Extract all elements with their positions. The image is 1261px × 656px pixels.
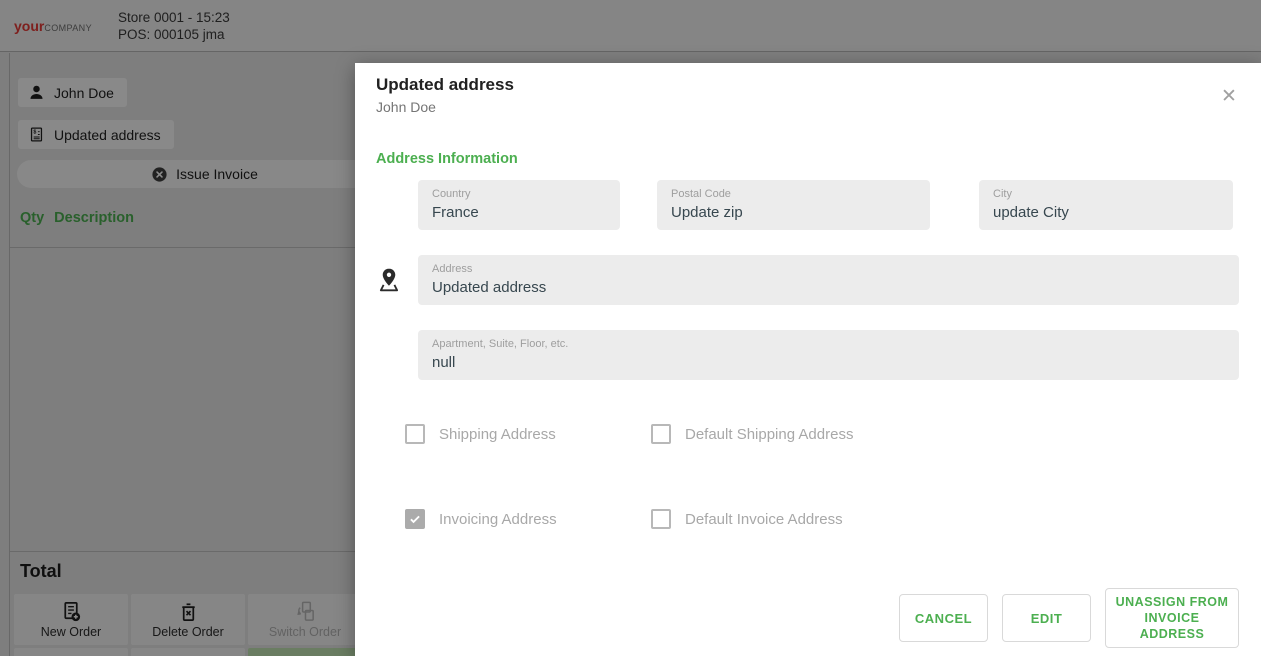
postal-code-field[interactable]: Postal Code Update zip — [657, 180, 930, 230]
default-shipping-address-label: Default Shipping Address — [685, 425, 854, 443]
default-shipping-address-checkbox[interactable] — [651, 424, 671, 444]
apartment-value: null — [432, 354, 456, 371]
pin-drop-icon — [376, 267, 418, 293]
close-icon[interactable]: ✕ — [1217, 85, 1241, 109]
unassign-from-invoice-address-button[interactable]: UNASSIGN FROM INVOICE ADDRESS — [1105, 588, 1239, 648]
modal-actions: CANCEL EDIT UNASSIGN FROM INVOICE ADDRES… — [376, 588, 1239, 648]
country-label: Country — [432, 188, 471, 200]
section-title: Address Information — [376, 151, 518, 167]
shipping-address-checkbox-item: Shipping Address — [405, 424, 651, 444]
default-invoice-checkbox-item: Default Invoice Address — [651, 509, 843, 529]
address-field[interactable]: Address Updated address — [418, 255, 1239, 305]
postal-code-label: Postal Code — [671, 188, 731, 200]
shipping-address-label: Shipping Address — [439, 425, 556, 443]
modal-subtitle: John Doe — [376, 99, 436, 115]
default-shipping-checkbox-item: Default Shipping Address — [651, 424, 853, 444]
apartment-row: Apartment, Suite, Floor, etc. null — [418, 330, 1239, 380]
address-modal: Updated address John Doe ✕ Address Infor… — [355, 63, 1261, 656]
country-field[interactable]: Country France — [418, 180, 620, 230]
default-invoice-address-checkbox[interactable] — [651, 509, 671, 529]
shipping-checkbox-row: Shipping Address Default Shipping Addres… — [405, 424, 1239, 444]
invoicing-address-checkbox-item: Invoicing Address — [405, 509, 651, 529]
city-label: City — [993, 188, 1012, 200]
address-fields-row: Country France Postal Code Update zip Ci… — [418, 180, 1239, 230]
city-value: update City — [993, 204, 1069, 221]
edit-button[interactable]: EDIT — [1002, 594, 1091, 642]
address-row: Address Updated address — [376, 255, 1239, 305]
invoicing-checkbox-row: Invoicing Address Default Invoice Addres… — [405, 509, 1239, 529]
postal-code-value: Update zip — [671, 204, 743, 221]
country-value: France — [432, 204, 479, 221]
modal-title: Updated address — [376, 75, 514, 94]
cancel-button[interactable]: CANCEL — [899, 594, 988, 642]
invoicing-address-label: Invoicing Address — [439, 510, 557, 528]
apartment-label: Apartment, Suite, Floor, etc. — [432, 338, 569, 350]
default-invoice-address-label: Default Invoice Address — [685, 510, 843, 528]
address-value: Updated address — [432, 279, 547, 296]
apartment-field[interactable]: Apartment, Suite, Floor, etc. null — [418, 330, 1239, 380]
city-field[interactable]: City update City — [979, 180, 1233, 230]
invoicing-address-checkbox[interactable] — [405, 509, 425, 529]
address-label: Address — [432, 263, 473, 275]
shipping-address-checkbox[interactable] — [405, 424, 425, 444]
